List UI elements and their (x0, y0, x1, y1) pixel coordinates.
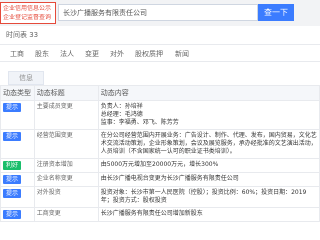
col-title: 动态标题 (33, 85, 99, 101)
row-tag-cell: 提示 (0, 100, 35, 130)
events-table: 动态类型 动态标题 动态内容 提示 主要成员变更 负责人：孙培祥 总经理：毛鸿德… (0, 85, 320, 222)
row-tag-cell: 提示 (0, 172, 35, 187)
col-content: 动态内容 (97, 85, 320, 101)
status-badge: 利好 (3, 161, 21, 170)
content-line: 长沙广播服务有限责任公司增加新股东 (100, 210, 203, 217)
row-tag-cell: 提示 (0, 207, 35, 222)
search-input[interactable]: 长沙广播服务有限责任公司 (58, 4, 258, 21)
table-row: 提示 工商变更 长沙广播服务有限责任公司增加新股东 (0, 207, 320, 222)
table-row: 提示 经营范围变更 在分公司经营范围内开展业务：广告设计、制作、代理、发布，国内… (0, 129, 320, 159)
row-title: 注册资本增加 (33, 158, 99, 173)
row-tag-cell: 利好 (0, 158, 35, 173)
content-line: 在分公司经营范围内开展业务：广告设计、制作、代理、发布，国内贸易，文化艺术交流活… (100, 132, 317, 155)
tab-2[interactable]: 法人 (60, 49, 74, 59)
col-type: 动态类型 (0, 85, 35, 101)
table-row: 利好 注册资本增加 由5000万元增加至20000万元，增长300% (0, 158, 320, 173)
status-badge: 提示 (3, 132, 21, 141)
tab-4[interactable]: 对外 (110, 49, 124, 59)
content-line: 由长沙广播电视台变更为长沙广播服务有限责任公司 (100, 175, 239, 182)
status-badge: 提示 (3, 103, 21, 112)
row-title: 主要成员变更 (33, 100, 99, 130)
tab-strip: 工商 股东 法人 变更 对外 股权质押 新闻 (0, 44, 320, 62)
table-row: 提示 对外投资 投资对象：长沙市第一人民医院（控股）；投资比例：60%；投资日期… (0, 186, 320, 208)
content-line: 投资对象：长沙市第一人民医院（控股）；投资比例：60%；投资日期：2019年；投… (100, 189, 307, 204)
tab-6[interactable]: 新闻 (175, 49, 189, 59)
tab-3[interactable]: 变更 (85, 49, 99, 59)
promo-box[interactable]: 企业信用信息公示 企业登记监督查询 (0, 2, 56, 24)
row-content: 投资对象：长沙市第一人民医院（控股）；投资比例：60%；投资日期：2019年；投… (97, 186, 320, 208)
top-bar: 企业信用信息公示 企业登记监督查询 长沙广播服务有限责任公司 查一下 (0, 0, 320, 26)
row-title: 企业名称变更 (33, 172, 99, 187)
row-tag-cell: 提示 (0, 186, 35, 208)
tab-1[interactable]: 股东 (35, 49, 49, 59)
promo-line-2: 企业登记监督查询 (3, 14, 52, 21)
search-value: 长沙广播服务有限责任公司 (63, 9, 147, 17)
row-title: 对外投资 (33, 186, 99, 208)
status-badge: 提示 (3, 210, 21, 219)
row-content: 在分公司经营范围内开展业务：广告设计、制作、代理、发布，国内贸易，文化艺术交流活… (97, 129, 320, 159)
tab-0[interactable]: 工商 (10, 49, 24, 59)
content-line: 负责人：孙培祥 (100, 103, 143, 110)
row-title: 经营范围变更 (33, 129, 99, 159)
row-content: 由5000万元增加至20000万元，增长300% (97, 158, 320, 173)
search-button[interactable]: 查一下 (258, 4, 294, 21)
row-content: 长沙广播服务有限责任公司增加新股东 (97, 207, 320, 222)
row-tag-cell: 提示 (0, 129, 35, 159)
chip[interactable]: 信息 (8, 71, 44, 85)
table-row: 提示 企业名称变更 由长沙广播电视台变更为长沙广播服务有限责任公司 (0, 172, 320, 187)
tab-5[interactable]: 股权质押 (135, 49, 163, 59)
page-subtitle: 时间表 33 (6, 31, 39, 39)
row-content: 由长沙广播电视台变更为长沙广播服务有限责任公司 (97, 172, 320, 187)
status-badge: 提示 (3, 175, 21, 184)
table-row: 提示 主要成员变更 负责人：孙培祥 总经理：毛鸿德 监事：李福勇、邓飞、陈芳芳 (0, 100, 320, 130)
promo-line-1: 企业信用信息公示 (3, 5, 52, 12)
content-line: 由5000万元增加至20000万元，增长300% (100, 161, 219, 168)
content-line: 总经理：毛鸿德 (100, 111, 143, 118)
status-badge: 提示 (3, 189, 21, 198)
table-header-row: 动态类型 动态标题 动态内容 (0, 85, 320, 101)
row-title: 工商变更 (33, 207, 99, 222)
row-content: 负责人：孙培祥 总经理：毛鸿德 监事：李福勇、邓飞、陈芳芳 (97, 100, 320, 130)
content-line: 监事：李福勇、邓飞、陈芳芳 (100, 119, 179, 126)
